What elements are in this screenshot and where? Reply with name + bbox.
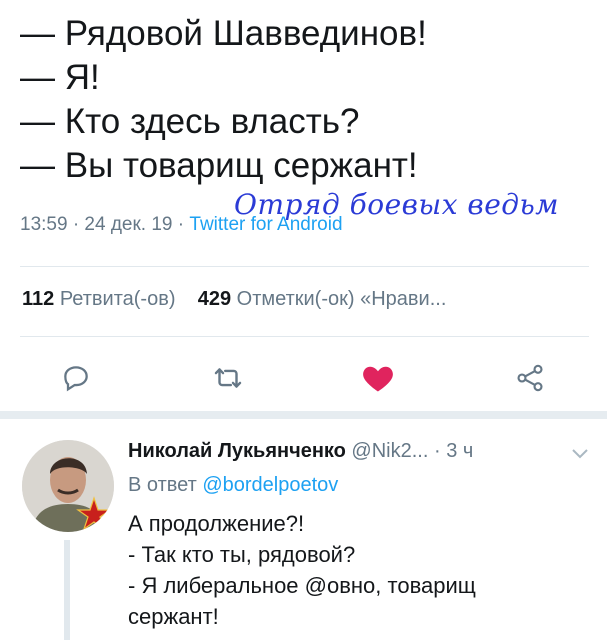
thread-line <box>64 540 70 640</box>
heart-icon <box>363 366 393 392</box>
tweet-line: — Вы товарищ сержант! <box>20 146 418 185</box>
reply-author-handle[interactable]: @Nik2... · 3 ч <box>346 440 473 462</box>
tweet-options-button[interactable] <box>570 446 590 465</box>
tweet-text: — Рядовой Шаввединов! — Я! — Кто здесь в… <box>20 12 590 188</box>
like-stat[interactable]: 429 Отметки(-ок) «Нрави... <box>198 288 447 310</box>
reply-header: Николай Лукьянченко @Nik2... · 3 ч <box>128 440 473 463</box>
share-button[interactable] <box>510 358 550 398</box>
chevron-down-icon <box>572 449 588 459</box>
action-bar <box>0 358 607 402</box>
retweet-stat[interactable]: 112 Ретвита(-ов) <box>22 288 176 310</box>
tweet-line: — Я! <box>20 58 100 97</box>
like-label: Отметки(-ок) «Нрави... <box>236 288 447 310</box>
reply-text: А продолжение?! - Так кто ты, рядовой? -… <box>128 508 588 632</box>
retweet-button[interactable] <box>208 358 248 398</box>
reply-button[interactable] <box>56 358 96 398</box>
retweet-label: Ретвита(-ов) <box>59 288 176 310</box>
reply-line: сержант! <box>128 604 219 629</box>
retweet-icon <box>214 368 242 388</box>
reply-to-line: В ответ @bordelpoetov <box>128 474 338 497</box>
divider <box>20 266 589 267</box>
tweet-line: — Кто здесь власть? <box>20 102 360 141</box>
reply-line: А продолжение?! <box>128 511 305 536</box>
reply-author-name[interactable]: Николай Лукьянченко <box>128 440 346 462</box>
watermark-text: Отряд боевых ведьм <box>234 188 559 221</box>
reply-line: - Так кто ты, рядовой? <box>128 542 356 567</box>
reply-line: - Я либеральное @овно, товарищ <box>128 573 476 598</box>
tweet-stats: 112 Ретвита(-ов) 429 Отметки(-ок) «Нрави… <box>22 288 446 311</box>
avatar[interactable] <box>22 440 114 532</box>
divider <box>20 336 589 337</box>
reply-to-prefix: В ответ <box>128 474 203 496</box>
tweet-line: — Рядовой Шаввединов! <box>20 14 427 53</box>
like-button[interactable] <box>358 358 398 398</box>
retweet-count: 112 <box>22 288 55 310</box>
tweet-timestamp[interactable]: 13:59 · 24 дек. 19 · <box>20 214 189 235</box>
avatar-photo <box>22 440 114 532</box>
share-icon <box>517 364 543 392</box>
section-separator <box>0 411 607 419</box>
like-count: 429 <box>197 288 232 310</box>
reply-icon <box>64 366 88 392</box>
reply-to-mention[interactable]: @bordelpoetov <box>202 474 338 496</box>
